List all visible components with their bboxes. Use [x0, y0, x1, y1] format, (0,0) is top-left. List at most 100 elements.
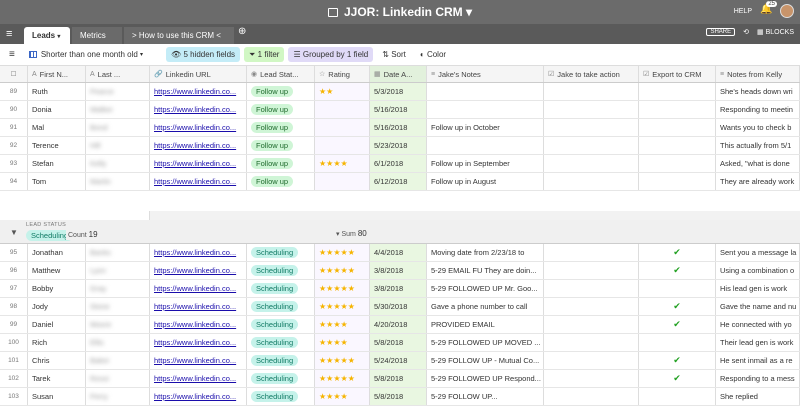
cell-lead-status[interactable]: Follow up: [247, 101, 315, 118]
cell-rating[interactable]: ★★★★★: [315, 352, 370, 369]
cell-linkedin-url[interactable]: https://www.linkedin.co...: [150, 137, 247, 154]
cell-first-name[interactable]: Susan: [28, 388, 86, 405]
cell-last-name[interactable]: Stone: [86, 298, 150, 315]
collapse-triangle-icon[interactable]: ▼: [10, 228, 18, 237]
cell-jake-action[interactable]: [544, 119, 639, 136]
column-header-last-name[interactable]: A Last ...: [86, 66, 150, 82]
table-row[interactable]: 99 Daniel Moore https://www.linkedin.co... S…: [0, 316, 800, 334]
help-link[interactable]: HELP: [734, 8, 752, 15]
cell-date-added[interactable]: 4/20/2018: [370, 316, 427, 333]
linkedin-link[interactable]: https://www.linkedin.co...: [154, 248, 236, 257]
linkedin-link[interactable]: https://www.linkedin.co...: [154, 141, 236, 150]
cell-jake-action[interactable]: [544, 262, 639, 279]
cell-export-crm[interactable]: [639, 388, 716, 405]
cell-kelly-notes[interactable]: He sent inmail as a re: [716, 352, 800, 369]
cell-rating[interactable]: ★★★★★: [315, 298, 370, 315]
cell-lead-status[interactable]: Scheduling: [247, 298, 315, 315]
table-row[interactable]: 96 Matthew Lyon https://www.linkedin.co... S…: [0, 262, 800, 280]
linkedin-link[interactable]: https://www.linkedin.co...: [154, 177, 236, 186]
cell-lead-status[interactable]: Scheduling: [247, 280, 315, 297]
cell-jake-action[interactable]: [544, 316, 639, 333]
column-header-export-crm[interactable]: ☑ Export to CRM: [639, 66, 716, 82]
view-switcher[interactable]: Shorter than one month old ▾: [24, 47, 148, 62]
linkedin-link[interactable]: https://www.linkedin.co...: [154, 284, 236, 293]
cell-rating[interactable]: ★★★★: [315, 334, 370, 351]
cell-lead-status[interactable]: Scheduling: [247, 352, 315, 369]
cell-jake-action[interactable]: [544, 298, 639, 315]
share-button[interactable]: SHARE: [706, 28, 736, 36]
cell-first-name[interactable]: Matthew: [28, 262, 86, 279]
cell-kelly-notes[interactable]: Asked, "what is done: [716, 155, 800, 172]
cell-lead-status[interactable]: Scheduling: [247, 316, 315, 333]
cell-first-name[interactable]: Mal: [28, 119, 86, 136]
cell-lead-status[interactable]: Scheduling: [247, 388, 315, 405]
cell-last-name[interactable]: Bond: [86, 119, 150, 136]
cell-linkedin-url[interactable]: https://www.linkedin.co...: [150, 334, 247, 351]
column-header-jakes-notes[interactable]: ≡ Jake's Notes: [427, 66, 544, 82]
cell-last-name[interactable]: Kelly: [86, 155, 150, 172]
cell-export-crm[interactable]: [639, 280, 716, 297]
cell-first-name[interactable]: Tom: [28, 173, 86, 190]
cell-export-crm[interactable]: ✔: [639, 244, 716, 261]
cell-jake-action[interactable]: [544, 370, 639, 387]
cell-rating[interactable]: [315, 173, 370, 190]
cell-linkedin-url[interactable]: https://www.linkedin.co...: [150, 101, 247, 118]
cell-export-crm[interactable]: [639, 173, 716, 190]
table-row[interactable]: 90 Donia Walker https://www.linkedin.co... F…: [0, 101, 800, 119]
cell-export-crm[interactable]: ✔: [639, 262, 716, 279]
linkedin-link[interactable]: https://www.linkedin.co...: [154, 356, 236, 365]
cell-first-name[interactable]: Tarek: [28, 370, 86, 387]
cell-linkedin-url[interactable]: https://www.linkedin.co...: [150, 298, 247, 315]
cell-lead-status[interactable]: Follow up: [247, 119, 315, 136]
cell-jakes-notes[interactable]: Follow up in October: [427, 119, 544, 136]
cell-last-name[interactable]: Ellis: [86, 334, 150, 351]
cell-jake-action[interactable]: [544, 352, 639, 369]
cell-date-added[interactable]: 6/1/2018: [370, 155, 427, 172]
filter-button[interactable]: ⏷ 1 filter: [244, 47, 285, 62]
cell-jake-action[interactable]: [544, 244, 639, 261]
history-icon[interactable]: ⟲: [743, 28, 749, 36]
cell-kelly-notes[interactable]: He connected with yo: [716, 316, 800, 333]
table-row[interactable]: 102 Tarek Rossi https://www.linkedin.co... S…: [0, 370, 800, 388]
group-header-scheduling[interactable]: ▼ LEAD STATUS Scheduling Count 19 ▾ Sum …: [0, 220, 800, 244]
cell-jake-action[interactable]: [544, 137, 639, 154]
cell-last-name[interactable]: Gray: [86, 280, 150, 297]
cell-export-crm[interactable]: ✔: [639, 352, 716, 369]
cell-first-name[interactable]: Stefan: [28, 155, 86, 172]
select-all-checkbox[interactable]: ☐: [0, 66, 28, 82]
color-button[interactable]: ◐ Color: [415, 47, 451, 62]
cell-date-added[interactable]: 5/16/2018: [370, 119, 427, 136]
cell-kelly-notes[interactable]: His lead gen is work: [716, 280, 800, 297]
linkedin-link[interactable]: https://www.linkedin.co...: [154, 302, 236, 311]
table-row[interactable]: 97 Bobby Gray https://www.linkedin.co... Sch…: [0, 280, 800, 298]
cell-kelly-notes[interactable]: Sent you a message la: [716, 244, 800, 261]
column-header-kelly-notes[interactable]: ≡ Notes from Kelly: [716, 66, 800, 82]
cell-date-added[interactable]: 5/3/2018: [370, 83, 427, 100]
cell-lead-status[interactable]: Scheduling: [247, 334, 315, 351]
cell-last-name[interactable]: Martin: [86, 173, 150, 190]
sort-button[interactable]: ⇅ Sort: [377, 47, 411, 62]
cell-first-name[interactable]: Daniel: [28, 316, 86, 333]
cell-jake-action[interactable]: [544, 101, 639, 118]
linkedin-link[interactable]: https://www.linkedin.co...: [154, 266, 236, 275]
cell-rating[interactable]: [315, 101, 370, 118]
cell-kelly-notes[interactable]: Responding to meetin: [716, 101, 800, 118]
cell-rating[interactable]: ★★★★: [315, 155, 370, 172]
table-row[interactable]: 103 Susan Perry https://www.linkedin.co... S…: [0, 388, 800, 406]
linkedin-link[interactable]: https://www.linkedin.co...: [154, 123, 236, 132]
hamburger-icon[interactable]: ≡: [4, 47, 20, 62]
cell-kelly-notes[interactable]: Using a combination o: [716, 262, 800, 279]
cell-lead-status[interactable]: Scheduling: [247, 370, 315, 387]
cell-jake-action[interactable]: [544, 155, 639, 172]
avatar[interactable]: [780, 4, 794, 18]
linkedin-link[interactable]: https://www.linkedin.co...: [154, 159, 236, 168]
cell-rating[interactable]: [315, 119, 370, 136]
column-header-jake-action[interactable]: ☑ Jake to take action: [544, 66, 639, 82]
cell-kelly-notes[interactable]: Responding to a mess: [716, 370, 800, 387]
cell-first-name[interactable]: Rich: [28, 334, 86, 351]
cell-first-name[interactable]: Chris: [28, 352, 86, 369]
cell-linkedin-url[interactable]: https://www.linkedin.co...: [150, 155, 247, 172]
cell-first-name[interactable]: Jonathan: [28, 244, 86, 261]
cell-rating[interactable]: ★★★★★: [315, 244, 370, 261]
table-row[interactable]: 101 Chris Baker https://www.linkedin.co... S…: [0, 352, 800, 370]
